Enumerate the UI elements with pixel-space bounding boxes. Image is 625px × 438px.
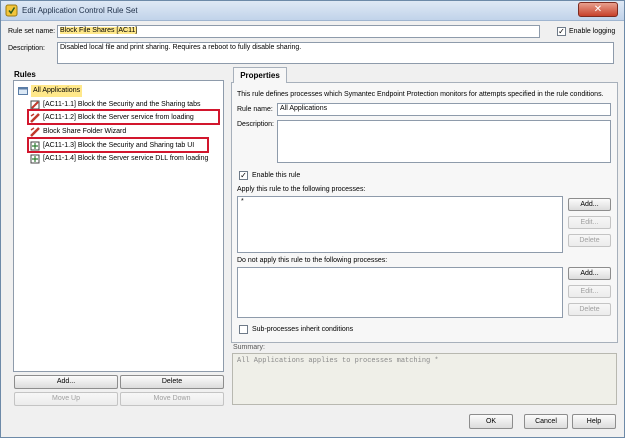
not-apply-delete-button[interactable]: Delete <box>568 303 611 316</box>
description-input[interactable]: Disabled local file and print sharing. R… <box>57 42 614 64</box>
enable-logging-checkbox[interactable]: ✓ <box>557 27 566 36</box>
apply-process-entry[interactable]: * <box>241 198 244 205</box>
close-button[interactable]: ✕ <box>578 2 618 17</box>
rule-icon <box>30 154 40 164</box>
title-bar: Edit Application Control Rule Set ✕ <box>1 1 624 21</box>
window-title: Edit Application Control Rule Set <box>22 6 138 15</box>
properties-info-text: This rule defines processes which Symant… <box>237 91 604 98</box>
not-apply-edit-button[interactable]: Edit... <box>568 285 611 298</box>
description-value: Disabled local file and print sharing. R… <box>60 44 302 51</box>
move-down-button[interactable]: Move Down <box>120 392 224 406</box>
edit-rule-set-dialog: Edit Application Control Rule Set ✕ Rule… <box>0 0 625 438</box>
enable-logging-label: Enable logging <box>569 28 616 35</box>
enable-rule-label: Enable this rule <box>252 172 301 179</box>
shield-app-icon <box>5 4 18 17</box>
apply-edit-button[interactable]: Edit... <box>568 216 611 229</box>
rule-icon <box>30 127 40 137</box>
cancel-button[interactable]: Cancel <box>524 414 568 429</box>
apply-add-button[interactable]: Add... <box>568 198 611 211</box>
tree-root-label: All Applications <box>31 85 83 97</box>
highlight-box <box>27 109 220 125</box>
rule-name-input[interactable]: All Applications <box>277 103 611 116</box>
rule-set-name-label: Rule set name: <box>8 28 56 35</box>
close-icon: ✕ <box>593 4 603 15</box>
applications-icon <box>18 87 28 95</box>
apply-delete-button[interactable]: Delete <box>568 234 611 247</box>
tree-item-label: [AC11-1.4] Block the Server service DLL … <box>43 155 209 162</box>
help-button[interactable]: Help <box>572 414 616 429</box>
summary-box: All Applications applies to processes ma… <box>232 353 617 405</box>
enable-rule-checkbox[interactable]: ✓ <box>239 171 248 180</box>
summary-label: Summary: <box>233 344 265 351</box>
not-apply-processes-list[interactable] <box>237 267 563 318</box>
move-up-button[interactable]: Move Up <box>14 392 118 406</box>
description-label: Description: <box>8 45 45 52</box>
rule-name-label: Rule name: <box>237 106 273 113</box>
rule-name-value: All Applications <box>280 105 328 112</box>
tab-properties[interactable]: Properties <box>233 67 287 83</box>
delete-rule-button[interactable]: Delete <box>120 375 224 389</box>
summary-text: All Applications applies to processes ma… <box>237 357 439 365</box>
rules-group-title: Rules <box>14 70 36 79</box>
subprocess-inherit-label: Sub-processes inherit conditions <box>252 326 354 333</box>
not-apply-processes-label: Do not apply this rule to the following … <box>237 257 388 264</box>
subprocess-inherit-checkbox[interactable] <box>239 325 248 334</box>
highlight-box <box>27 137 209 153</box>
ok-button[interactable]: OK <box>469 414 513 429</box>
rule-description-input[interactable] <box>277 120 611 163</box>
not-apply-add-button[interactable]: Add... <box>568 267 611 280</box>
apply-processes-list[interactable]: * <box>237 196 563 253</box>
apply-processes-label: Apply this rule to the following process… <box>237 186 366 193</box>
rule-set-name-input[interactable]: Block File Shares [AC11] <box>57 25 540 38</box>
add-rule-button[interactable]: Add... <box>14 375 118 389</box>
rule-set-name-value: Block File Shares [AC11] <box>60 27 138 34</box>
rule-description-label: Description: <box>237 121 274 128</box>
rules-tree[interactable]: All Applications [AC11-1.1] Block the Se… <box>13 80 224 372</box>
